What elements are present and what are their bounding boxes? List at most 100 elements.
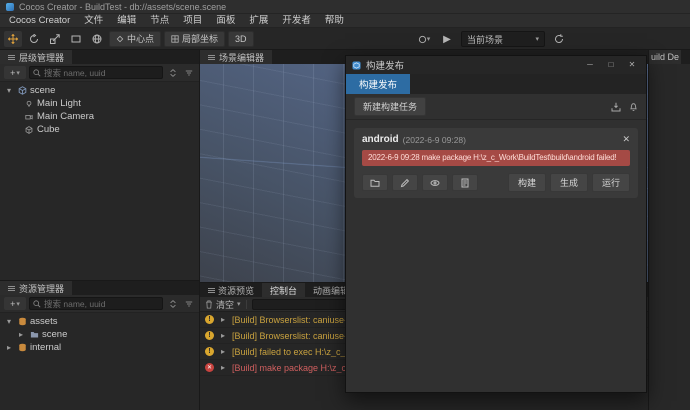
mode-3d-label: 3D bbox=[235, 33, 247, 44]
open-build-folder-button[interactable] bbox=[362, 174, 388, 191]
menu-node[interactable]: 节点 bbox=[143, 14, 176, 28]
scale-tool-icon[interactable] bbox=[46, 31, 64, 47]
preview-platform-select[interactable]: ▾ bbox=[415, 31, 433, 47]
hierarchy-search-row: + ▾ bbox=[0, 64, 199, 82]
expand-arrow-icon[interactable]: ▸ bbox=[218, 331, 228, 340]
current-scene-dropdown[interactable]: 当前场景 ▾ bbox=[461, 31, 545, 47]
tree-node-scene[interactable]: ▾ scene bbox=[0, 84, 199, 97]
menu-extension[interactable]: 扩展 bbox=[242, 14, 275, 28]
clear-label: 清空 bbox=[216, 299, 235, 310]
expand-arrow-icon[interactable]: ▸ bbox=[4, 343, 14, 352]
tab-build-dock[interactable]: uild De bbox=[649, 50, 682, 64]
collapse-all-icon[interactable] bbox=[166, 297, 179, 310]
clear-console-button[interactable]: 清空 ▾ bbox=[205, 298, 241, 311]
asset-node-scene[interactable]: ▸ scene bbox=[0, 328, 199, 341]
platform-icon bbox=[418, 35, 426, 43]
panel-menu-icon[interactable] bbox=[208, 54, 215, 60]
panel-menu-icon[interactable] bbox=[8, 54, 15, 60]
hierarchy-search-input[interactable] bbox=[44, 67, 159, 78]
build-publish-dialog: 构建发布 ─ □ ✕ 构建发布 新建构建任务 android (2022-6-9… bbox=[345, 55, 647, 393]
warning-icon: ! bbox=[205, 315, 214, 324]
menu-developer[interactable]: 开发者 bbox=[275, 14, 318, 28]
rect-tool-icon[interactable] bbox=[67, 31, 85, 47]
caret-down-icon: ▾ bbox=[16, 300, 20, 308]
assets-title: 资源管理器 bbox=[19, 283, 65, 294]
refresh-button[interactable] bbox=[550, 31, 568, 47]
open-build-log-button[interactable] bbox=[452, 174, 478, 191]
menu-panel[interactable]: 面板 bbox=[209, 14, 242, 28]
folder-icon bbox=[29, 330, 39, 340]
tab-hierarchy[interactable]: 层级管理器 bbox=[0, 50, 73, 64]
expand-arrow-icon[interactable]: ▸ bbox=[218, 347, 228, 356]
panel-menu-icon[interactable] bbox=[8, 285, 15, 291]
scene-node-icon bbox=[17, 86, 27, 96]
expand-arrow-icon[interactable]: ▸ bbox=[218, 363, 228, 372]
plus-icon: + bbox=[10, 298, 16, 309]
tab-console[interactable]: 控制台 bbox=[262, 283, 306, 297]
expand-arrow-icon[interactable]: ▸ bbox=[16, 330, 26, 339]
caret-down-icon: ▾ bbox=[426, 36, 431, 43]
import-task-icon[interactable] bbox=[611, 102, 621, 112]
move-tool-icon[interactable] bbox=[4, 30, 22, 47]
expand-arrow-icon[interactable]: ▾ bbox=[4, 86, 14, 95]
tree-node-main-camera[interactable]: Main Camera bbox=[0, 110, 199, 123]
play-button[interactable]: ▶ bbox=[438, 31, 456, 47]
collapse-all-icon[interactable] bbox=[166, 66, 179, 79]
main-toolbar: 中心点 局部坐标 3D ▾ ▶ 当前场景 ▾ bbox=[0, 28, 690, 50]
close-icon[interactable]: ✕ bbox=[624, 58, 640, 72]
menu-project[interactable]: 项目 bbox=[176, 14, 209, 28]
tree-node-cube[interactable]: Cube bbox=[0, 123, 199, 136]
tree-node-main-light[interactable]: Main Light bbox=[0, 97, 199, 110]
create-node-button[interactable]: + ▾ bbox=[4, 66, 26, 79]
menu-file[interactable]: 文件 bbox=[77, 14, 110, 28]
generate-button[interactable]: 生成 bbox=[549, 173, 588, 192]
tab-build-publish[interactable]: 构建发布 bbox=[346, 74, 411, 94]
filter-icon[interactable] bbox=[182, 66, 195, 79]
pivot-icon bbox=[116, 35, 124, 42]
menu-edit[interactable]: 编辑 bbox=[110, 14, 143, 28]
menu-help[interactable]: 帮助 bbox=[318, 14, 351, 28]
notifications-icon[interactable] bbox=[629, 102, 638, 112]
create-asset-button[interactable]: + ▾ bbox=[4, 297, 26, 310]
cube-node-icon bbox=[24, 125, 34, 135]
asset-node-assets[interactable]: ▾ assets bbox=[0, 315, 199, 328]
close-icon[interactable]: ✕ bbox=[622, 134, 630, 145]
right-dock-header: uild De bbox=[649, 50, 690, 64]
dialog-empty-area bbox=[346, 206, 646, 392]
menu-cocos-creator[interactable]: Cocos Creator bbox=[2, 14, 77, 28]
minimize-icon[interactable]: ─ bbox=[582, 58, 598, 72]
pivot-toggle-button[interactable]: 中心点 bbox=[109, 30, 162, 47]
new-build-task-button[interactable]: 新建构建任务 bbox=[354, 97, 427, 116]
assets-db-icon bbox=[17, 343, 27, 353]
world-gizmo-icon[interactable] bbox=[88, 31, 106, 47]
tab-asset-preview[interactable]: 资源预览 bbox=[200, 283, 262, 297]
warning-icon: ! bbox=[205, 331, 214, 340]
coords-toggle-button[interactable]: 局部坐标 bbox=[164, 30, 226, 47]
hierarchy-panel: 层级管理器 + ▾ ▾ s bbox=[0, 50, 200, 280]
cocos-creator-window: Cocos Creator - BuildTest - db://assets/… bbox=[0, 0, 690, 410]
search-icon bbox=[33, 299, 41, 307]
panel-menu-icon[interactable] bbox=[208, 287, 215, 293]
camera-node-icon bbox=[24, 112, 34, 122]
asset-node-internal[interactable]: ▸ internal bbox=[0, 341, 199, 354]
dialog-tab-bar: 构建发布 bbox=[346, 74, 646, 94]
build-task-card: android (2022-6-9 09:28) ✕ 2022-6-9 09:2… bbox=[354, 128, 638, 198]
expand-arrow-icon[interactable]: ▸ bbox=[218, 315, 228, 324]
expand-arrow-icon[interactable]: ▾ bbox=[4, 317, 14, 326]
preview-build-button[interactable] bbox=[422, 174, 448, 191]
dialog-titlebar[interactable]: 构建发布 ─ □ ✕ bbox=[346, 56, 646, 74]
build-button[interactable]: 构建 bbox=[507, 173, 546, 192]
asset-label: assets bbox=[30, 316, 58, 327]
caret-down-icon: ▾ bbox=[535, 36, 539, 43]
filter-icon[interactable] bbox=[182, 297, 195, 310]
maximize-icon[interactable]: □ bbox=[603, 58, 619, 72]
mode-3d-toggle[interactable]: 3D bbox=[228, 30, 254, 47]
rotate-tool-icon[interactable] bbox=[25, 31, 43, 47]
grid-icon bbox=[171, 34, 179, 43]
run-button[interactable]: 运行 bbox=[591, 173, 630, 192]
assets-search-input[interactable] bbox=[44, 298, 159, 309]
tab-assets[interactable]: 资源管理器 bbox=[0, 281, 73, 295]
tab-scene-editor[interactable]: 场景编辑器 bbox=[200, 50, 273, 64]
node-label: Main Light bbox=[37, 98, 81, 109]
edit-build-config-button[interactable] bbox=[392, 174, 418, 191]
